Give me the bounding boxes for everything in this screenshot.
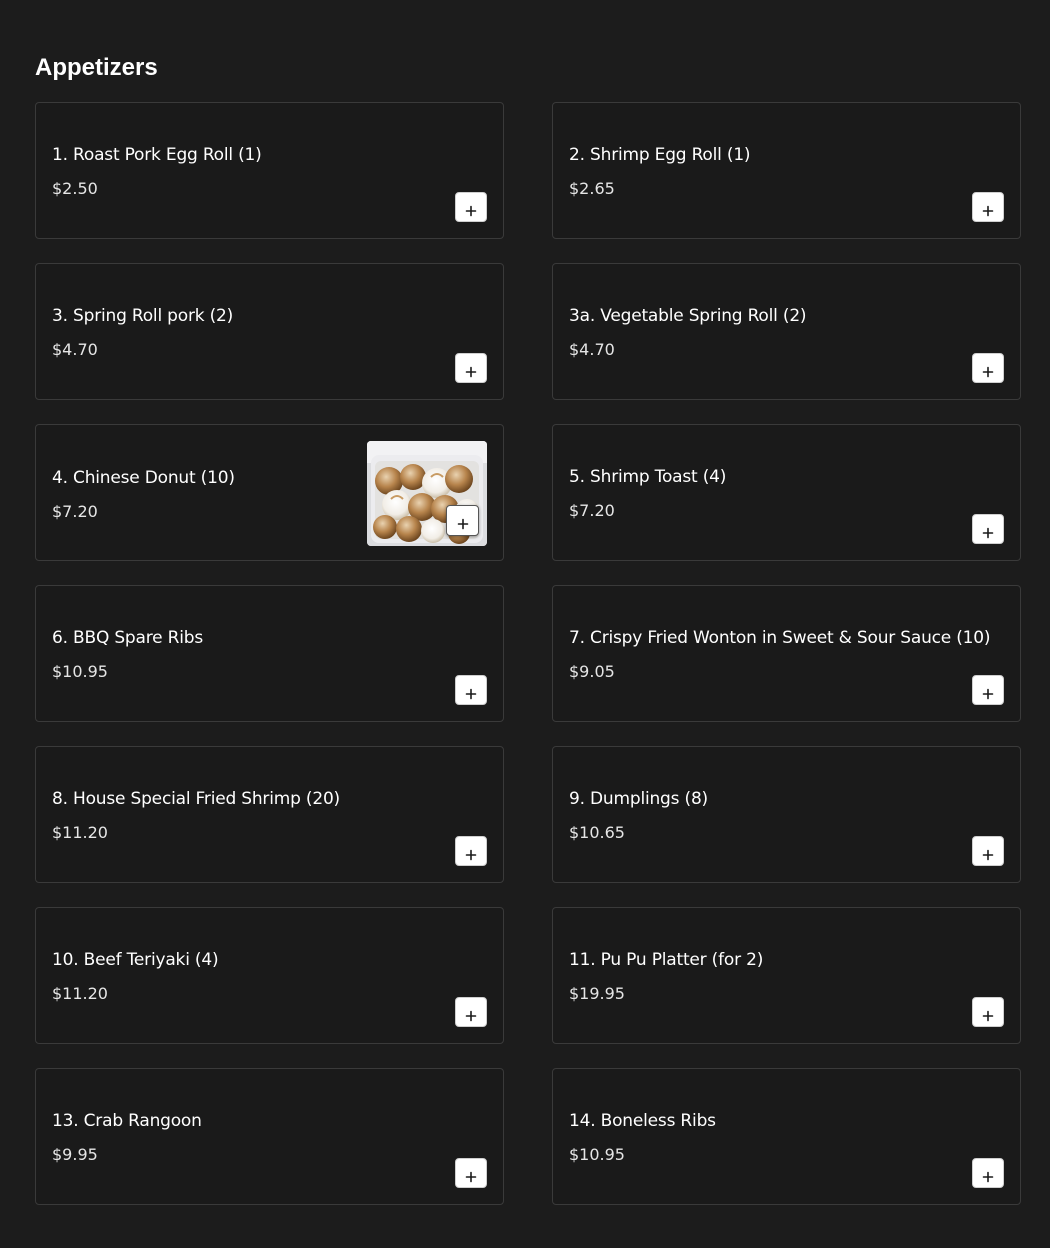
add-item-button[interactable] xyxy=(455,675,487,705)
menu-item-price: $10.95 xyxy=(52,662,108,681)
menu-item-card[interactable]: 9. Dumplings (8) $10.65 xyxy=(552,746,1021,883)
menu-item-name: 14. Boneless Ribs xyxy=(569,1111,716,1131)
add-item-button[interactable] xyxy=(972,997,1004,1027)
menu-item-grid: 1. Roast Pork Egg Roll (1) $2.50 2. Shri… xyxy=(35,102,1021,1205)
menu-item-price: $11.20 xyxy=(52,984,108,1003)
menu-item-card[interactable]: 10. Beef Teriyaki (4) $11.20 xyxy=(35,907,504,1044)
menu-item-price: $9.05 xyxy=(569,662,615,681)
add-item-button[interactable] xyxy=(972,192,1004,222)
menu-item-card[interactable]: 4. Chinese Donut (10) $7.20 xyxy=(35,424,504,561)
menu-item-card[interactable]: 2. Shrimp Egg Roll (1) $2.65 xyxy=(552,102,1021,239)
menu-item-price: $9.95 xyxy=(52,1145,98,1164)
add-item-button[interactable] xyxy=(455,836,487,866)
plus-icon xyxy=(465,366,477,377)
menu-item-price: $10.65 xyxy=(569,823,625,842)
menu-item-card[interactable]: 14. Boneless Ribs $10.95 xyxy=(552,1068,1021,1205)
plus-icon xyxy=(982,366,994,377)
menu-item-price: $2.50 xyxy=(52,179,98,198)
menu-item-card[interactable]: 1. Roast Pork Egg Roll (1) $2.50 xyxy=(35,102,504,239)
menu-item-price: $7.20 xyxy=(569,501,615,520)
menu-item-name: 5. Shrimp Toast (4) xyxy=(569,467,727,487)
add-item-button[interactable] xyxy=(446,505,479,536)
menu-item-price: $2.65 xyxy=(569,179,615,198)
menu-item-name: 7. Crispy Fried Wonton in Sweet & Sour S… xyxy=(569,628,991,648)
add-item-button[interactable] xyxy=(972,1158,1004,1188)
menu-item-price: $7.20 xyxy=(52,502,98,521)
menu-item-name: 3. Spring Roll pork (2) xyxy=(52,306,234,326)
chinese-donut-photo xyxy=(367,441,487,546)
plus-icon xyxy=(465,849,477,860)
add-item-button[interactable] xyxy=(455,1158,487,1188)
plus-icon xyxy=(982,1171,994,1182)
plus-icon xyxy=(465,1010,477,1021)
menu-item-card[interactable]: 3a. Vegetable Spring Roll (2) $4.70 xyxy=(552,263,1021,400)
menu-item-name: 1. Roast Pork Egg Roll (1) xyxy=(52,145,262,165)
menu-item-name: 11. Pu Pu Platter (for 2) xyxy=(569,950,764,970)
menu-item-card[interactable]: 8. House Special Fried Shrimp (20) $11.2… xyxy=(35,746,504,883)
plus-icon xyxy=(465,205,477,216)
menu-item-price: $4.70 xyxy=(569,340,615,359)
menu-item-card[interactable]: 5. Shrimp Toast (4) $7.20 xyxy=(552,424,1021,561)
menu-item-name: 13. Crab Rangoon xyxy=(52,1111,202,1131)
add-item-button[interactable] xyxy=(455,353,487,383)
menu-item-card[interactable]: 6. BBQ Spare Ribs $10.95 xyxy=(35,585,504,722)
add-item-button[interactable] xyxy=(972,675,1004,705)
plus-icon xyxy=(465,1171,477,1182)
add-item-button[interactable] xyxy=(972,353,1004,383)
menu-item-card[interactable]: 3. Spring Roll pork (2) $4.70 xyxy=(35,263,504,400)
add-item-button[interactable] xyxy=(455,997,487,1027)
menu-item-card[interactable]: 11. Pu Pu Platter (for 2) $19.95 xyxy=(552,907,1021,1044)
menu-item-name: 2. Shrimp Egg Roll (1) xyxy=(569,145,751,165)
menu-item-name: 9. Dumplings (8) xyxy=(569,789,708,809)
menu-item-name: 10. Beef Teriyaki (4) xyxy=(52,950,219,970)
section-title: Appetizers xyxy=(35,54,158,81)
plus-icon xyxy=(982,527,994,538)
add-item-button[interactable] xyxy=(972,836,1004,866)
plus-icon xyxy=(982,849,994,860)
menu-item-name: 6. BBQ Spare Ribs xyxy=(52,628,203,648)
menu-item-price: $4.70 xyxy=(52,340,98,359)
menu-item-name: 8. House Special Fried Shrimp (20) xyxy=(52,789,340,809)
menu-item-card[interactable]: 7. Crispy Fried Wonton in Sweet & Sour S… xyxy=(552,585,1021,722)
menu-item-price: $10.95 xyxy=(569,1145,625,1164)
plus-icon xyxy=(982,688,994,699)
add-item-button[interactable] xyxy=(972,514,1004,544)
add-item-button[interactable] xyxy=(455,192,487,222)
menu-item-name: 4. Chinese Donut (10) xyxy=(52,468,235,488)
plus-icon xyxy=(982,205,994,216)
plus-icon xyxy=(457,518,468,530)
menu-item-name: 3a. Vegetable Spring Roll (2) xyxy=(569,306,807,326)
menu-item-card[interactable]: 13. Crab Rangoon $9.95 xyxy=(35,1068,504,1205)
menu-section-appetizers: Appetizers 1. Roast Pork Egg Roll (1) $2… xyxy=(0,0,1050,1248)
plus-icon xyxy=(465,688,477,699)
menu-item-price: $19.95 xyxy=(569,984,625,1003)
menu-item-price: $11.20 xyxy=(52,823,108,842)
plus-icon xyxy=(982,1010,994,1021)
